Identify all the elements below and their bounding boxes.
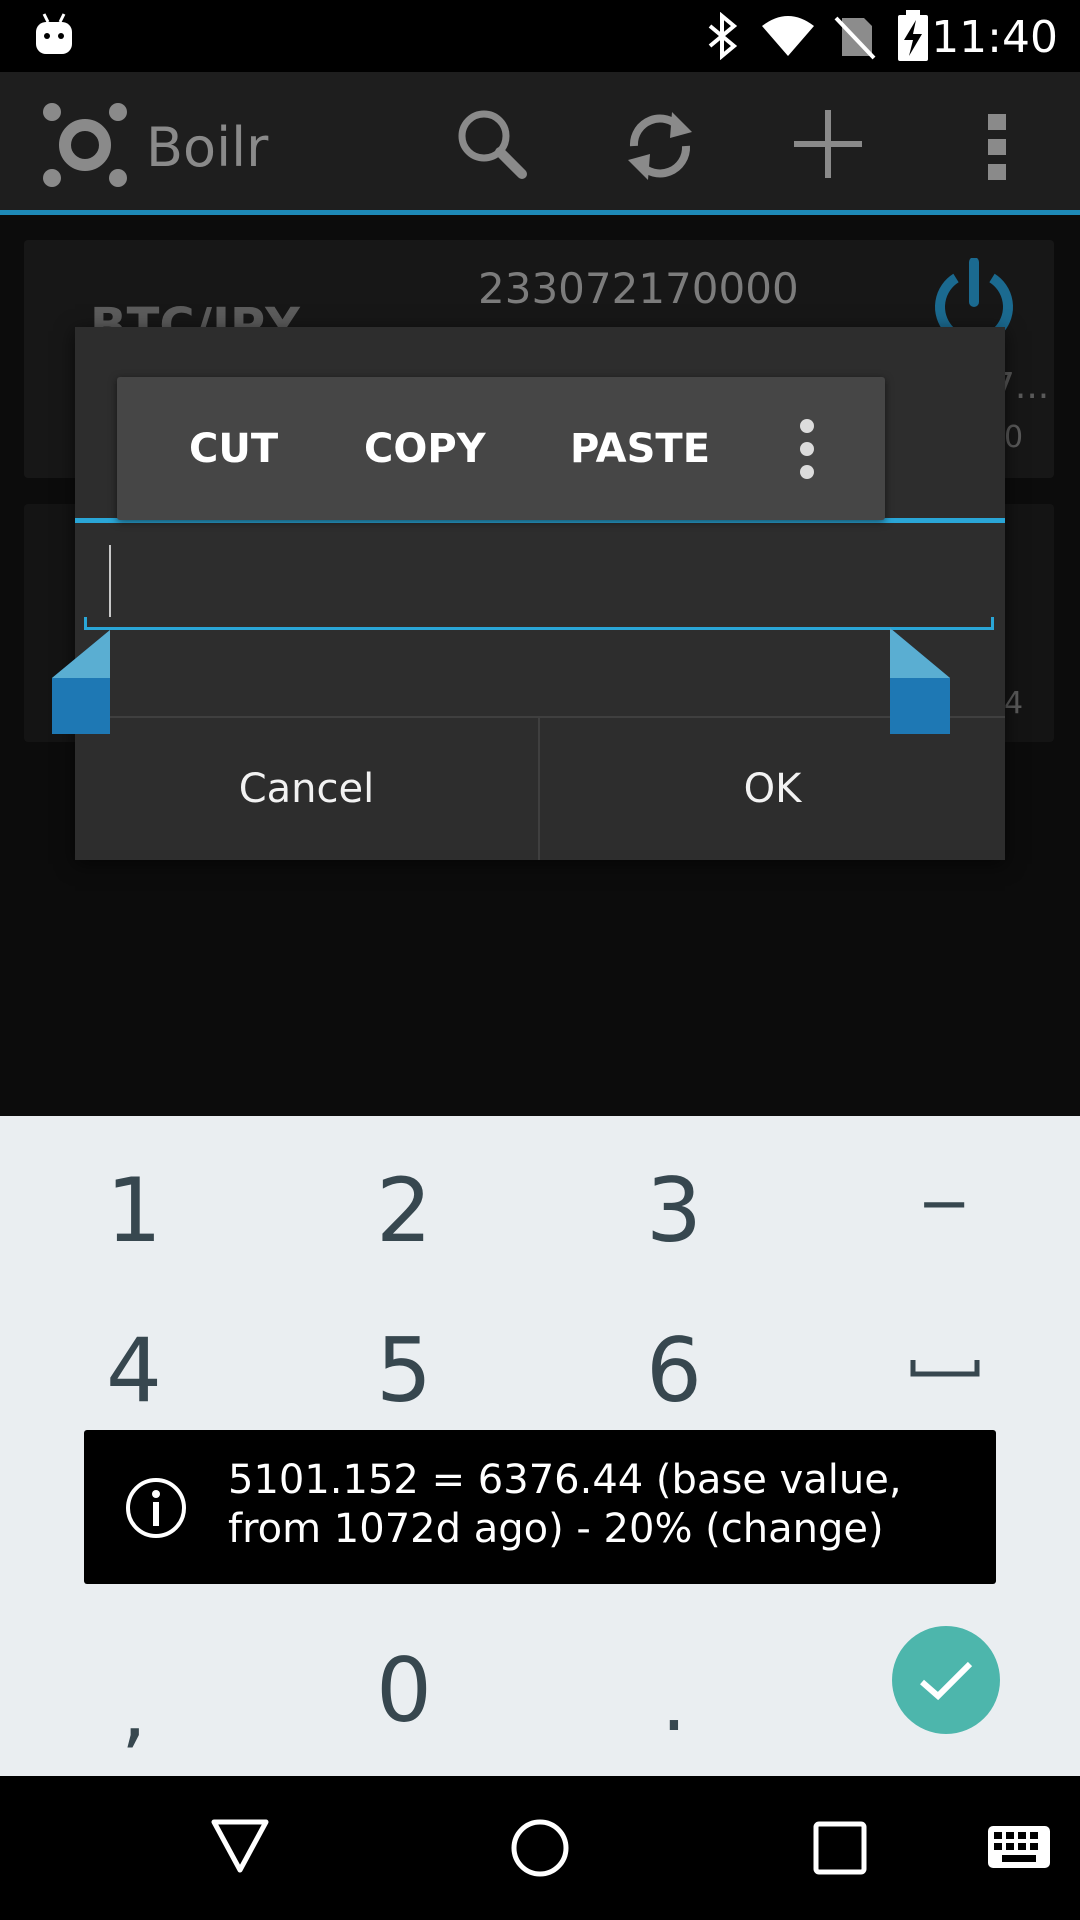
status-time: 11:40 [931,12,1058,63]
value-input[interactable] [86,530,992,630]
copy-button[interactable]: COPY [364,377,486,520]
refresh-icon[interactable] [622,108,698,184]
selection-handle-left[interactable] [48,628,112,736]
input-underline [84,627,994,630]
add-icon[interactable] [790,106,866,182]
key-period[interactable]: . [574,1632,774,1772]
key-1[interactable]: 1 [34,1140,234,1280]
android-notification-icon [36,13,72,54]
key-comma[interactable]: , [34,1640,234,1780]
selection-handle-right[interactable] [888,626,954,736]
recents-icon[interactable] [812,1820,868,1876]
space-key-icon[interactable] [910,1356,980,1380]
key-0[interactable]: 0 [304,1620,504,1760]
home-icon[interactable] [508,1816,572,1880]
enter-key[interactable] [892,1626,1000,1734]
key-3[interactable]: 3 [574,1140,774,1280]
key-minus[interactable]: − [844,1134,1044,1274]
paste-button[interactable]: PASTE [570,377,710,520]
input-underline-tick [991,617,994,629]
boilr-logo-icon [43,103,127,187]
app-title: Boilr [146,116,269,179]
wifi-icon [762,16,814,56]
toast-message: 5101.152 = 6376.44 (base value, from 107… [228,1457,902,1552]
no-sim-icon [834,16,876,60]
key-4[interactable]: 4 [34,1300,234,1440]
ok-button[interactable]: OK [540,718,1005,860]
alarm-value: 233072170000 [478,264,799,313]
overflow-menu-icon[interactable] [984,112,1010,182]
keyboard-switch-icon[interactable] [986,1824,1052,1870]
key-5[interactable]: 5 [304,1300,504,1440]
search-icon[interactable] [456,108,528,180]
cut-button[interactable]: CUT [189,377,278,520]
key-6[interactable]: 6 [574,1300,774,1440]
back-icon[interactable] [208,1816,272,1876]
check-icon [920,1661,973,1701]
cancel-button[interactable]: Cancel [75,718,538,860]
battery-charging-icon [898,10,928,61]
bluetooth-icon [708,12,738,60]
alarm-fragment: 0 [1004,420,1024,455]
key-2[interactable]: 2 [304,1140,504,1280]
action-bar-divider [0,210,1080,215]
alarm-fragment: 4 [1004,686,1024,721]
text-cursor [109,545,111,617]
info-icon [126,1478,186,1538]
more-options-icon[interactable] [790,418,824,480]
